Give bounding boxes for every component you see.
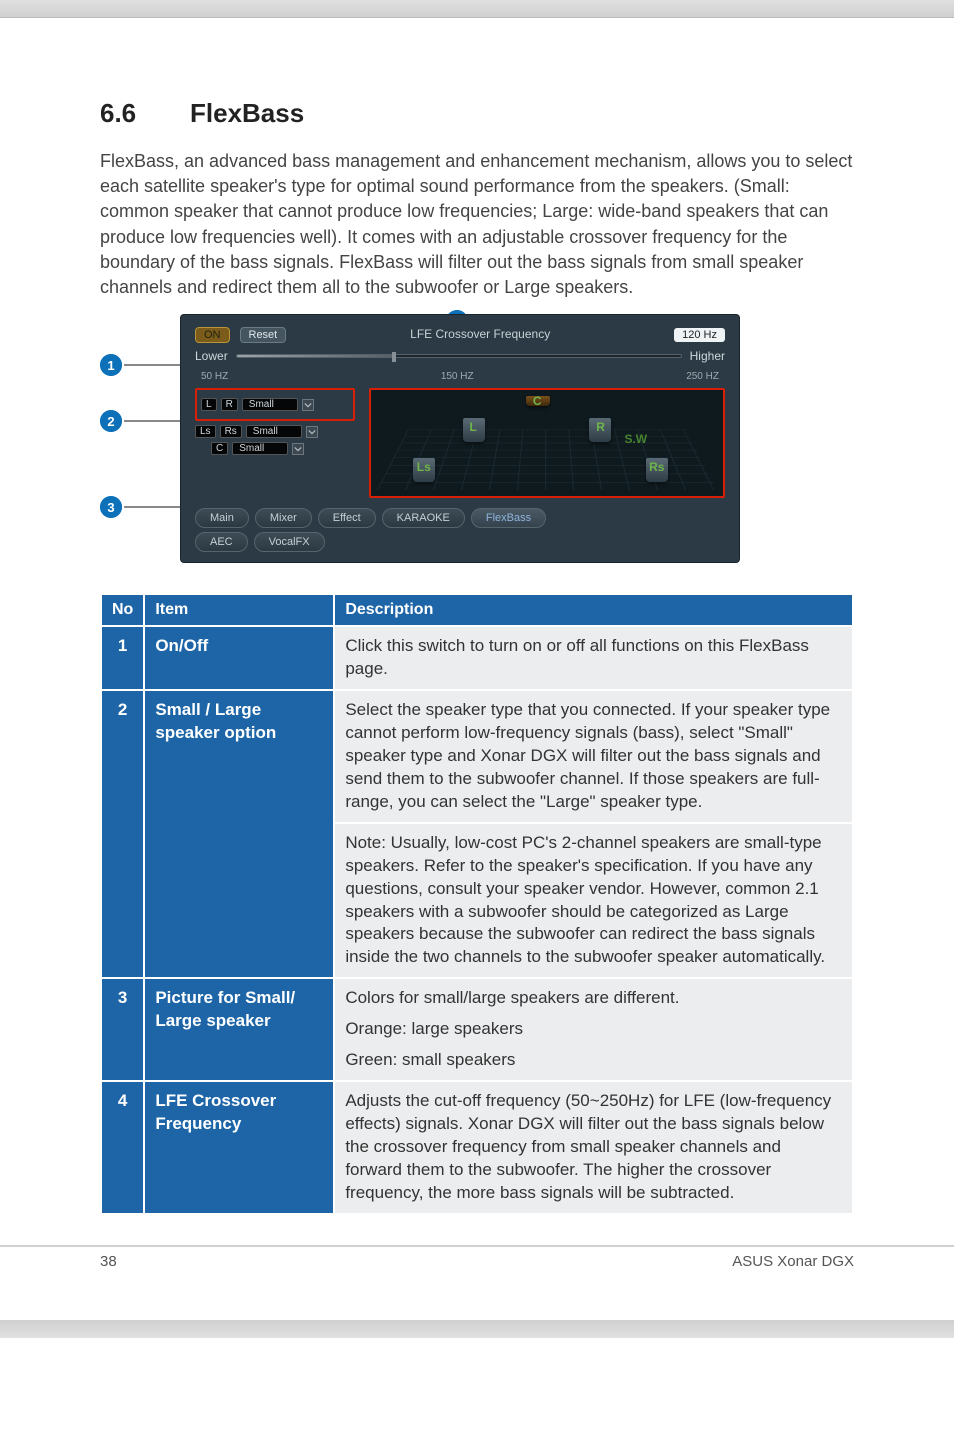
spk-rs-chip: Rs bbox=[220, 425, 242, 438]
tab-flexbass[interactable]: FlexBass bbox=[471, 508, 546, 528]
tab-main[interactable]: Main bbox=[195, 508, 249, 528]
cell-no: 4 bbox=[101, 1081, 144, 1214]
leader-2 bbox=[124, 420, 182, 422]
page-content: 6.6FlexBass FlexBass, an advanced bass m… bbox=[0, 18, 954, 1320]
tab-bar: Main Mixer Effect KARAOKE FlexBass bbox=[195, 508, 725, 528]
speaker-group-highlight: L R Small bbox=[195, 388, 355, 421]
table-header-row: No Item Description bbox=[101, 594, 853, 626]
cell-desc-note: Note: Usually, low-cost PC's 2-channel s… bbox=[334, 823, 853, 979]
vis-r-label: R bbox=[596, 420, 605, 434]
vis-sw-label: S.W bbox=[624, 432, 647, 446]
window-top-bar bbox=[0, 0, 954, 18]
vis-rs-label: Rs bbox=[649, 460, 664, 474]
chevron-down-icon[interactable] bbox=[306, 426, 318, 438]
section-name: FlexBass bbox=[190, 98, 304, 128]
tab-vocalfx[interactable]: VocalFX bbox=[254, 532, 325, 552]
tab-effect[interactable]: Effect bbox=[318, 508, 376, 528]
table-row: 2 Small / Large speaker option Select th… bbox=[101, 690, 853, 823]
flexbass-panel: ON Reset LFE Crossover Frequency 120 Hz … bbox=[180, 314, 740, 563]
desc-line: Green: small speakers bbox=[345, 1049, 842, 1072]
th-no: No bbox=[101, 594, 144, 626]
speaker-3d-visual: C L R Ls Rs S.W bbox=[369, 388, 725, 498]
tick-150: 150 HZ bbox=[441, 371, 474, 382]
higher-label: Higher bbox=[690, 349, 725, 363]
tick-250: 250 HZ bbox=[686, 371, 719, 382]
cell-desc: Colors for small/large speakers are diff… bbox=[334, 978, 853, 1081]
cell-no: 1 bbox=[101, 626, 144, 690]
callout-2: 2 bbox=[100, 410, 122, 432]
reset-button[interactable]: Reset bbox=[240, 327, 287, 343]
spk-c-select[interactable]: Small bbox=[232, 442, 288, 455]
speaker-controls: L R Small Ls Rs Small C Sma bbox=[195, 388, 355, 459]
page-footer: 38 ASUS Xonar DGX bbox=[100, 1247, 854, 1280]
table-row: 3 Picture for Small/ Large speaker Color… bbox=[101, 978, 853, 1081]
leader-1 bbox=[124, 364, 182, 366]
spk-l-chip: L bbox=[201, 398, 217, 411]
section-title: 6.6FlexBass bbox=[100, 98, 854, 129]
cell-item: Small / Large speaker option bbox=[144, 690, 334, 978]
cell-item: Picture for Small/ Large speaker bbox=[144, 978, 334, 1081]
cell-item: On/Off bbox=[144, 626, 334, 690]
vis-l-label: L bbox=[470, 420, 477, 434]
tab-mixer[interactable]: Mixer bbox=[255, 508, 312, 528]
callout-1: 1 bbox=[100, 354, 122, 376]
spk-r-chip: R bbox=[221, 398, 238, 411]
th-item: Item bbox=[144, 594, 334, 626]
screenshot-figure: 1 2 3 4 ON Reset LFE Crossover Frequency… bbox=[100, 314, 854, 563]
crossover-slider[interactable] bbox=[236, 354, 682, 358]
chevron-down-icon[interactable] bbox=[302, 399, 314, 411]
crossover-title: LFE Crossover Frequency bbox=[296, 327, 664, 341]
on-toggle[interactable]: ON bbox=[195, 327, 230, 343]
spk-lr-select[interactable]: Small bbox=[242, 398, 298, 411]
tab-karaoke[interactable]: KARAOKE bbox=[382, 508, 465, 528]
callout-3: 3 bbox=[100, 496, 122, 518]
cell-desc: Adjusts the cut-off frequency (50~250Hz)… bbox=[334, 1081, 853, 1214]
intro-paragraph: FlexBass, an advanced bass management an… bbox=[100, 149, 854, 300]
lower-label: Lower bbox=[195, 349, 228, 363]
section-number: 6.6 bbox=[100, 98, 190, 129]
table-row: 1 On/Off Click this switch to turn on or… bbox=[101, 626, 853, 690]
cell-no: 2 bbox=[101, 690, 144, 978]
tab-aec[interactable]: AEC bbox=[195, 532, 248, 552]
cell-item: LFE Crossover Frequency bbox=[144, 1081, 334, 1214]
desc-line: Orange: large speakers bbox=[345, 1018, 842, 1041]
window-bottom-bar bbox=[0, 1320, 954, 1338]
page-number: 38 bbox=[100, 1253, 117, 1270]
tick-50: 50 HZ bbox=[201, 371, 228, 382]
spk-c-chip: C bbox=[211, 442, 228, 455]
th-desc: Description bbox=[334, 594, 853, 626]
crossover-value: 120 Hz bbox=[674, 328, 725, 342]
footer-product: ASUS Xonar DGX bbox=[732, 1253, 854, 1270]
feature-table: No Item Description 1 On/Off Click this … bbox=[100, 593, 854, 1215]
table-row: 4 LFE Crossover Frequency Adjusts the cu… bbox=[101, 1081, 853, 1214]
chevron-down-icon[interactable] bbox=[292, 443, 304, 455]
vis-ls-label: Ls bbox=[417, 460, 431, 474]
spk-ls-chip: Ls bbox=[195, 425, 216, 438]
cell-desc: Click this switch to turn on or off all … bbox=[334, 626, 853, 690]
vis-c-label: C bbox=[533, 394, 542, 408]
desc-line: Colors for small/large speakers are diff… bbox=[345, 987, 842, 1010]
cell-no: 3 bbox=[101, 978, 144, 1081]
cell-desc: Select the speaker type that you connect… bbox=[334, 690, 853, 823]
spk-lsrs-select[interactable]: Small bbox=[246, 425, 302, 438]
leader-3 bbox=[124, 506, 182, 508]
